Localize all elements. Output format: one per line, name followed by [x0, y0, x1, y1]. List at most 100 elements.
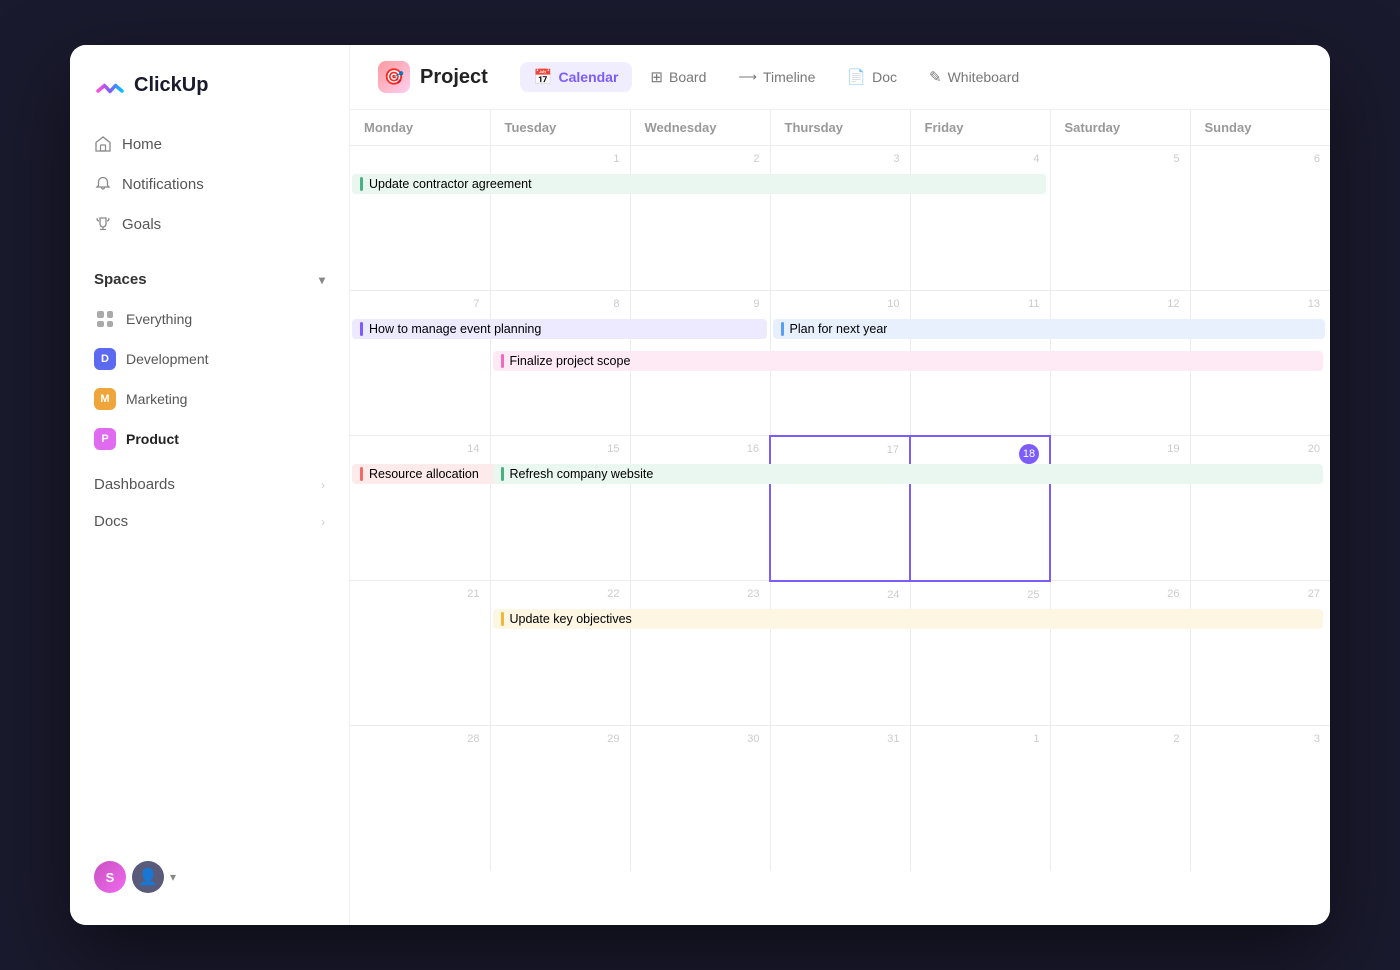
spaces-list: Everything D Development M Marketing P P… [82, 300, 337, 458]
cell-inner: 26 [1051, 581, 1190, 725]
event-indicator [501, 467, 504, 481]
sidebar-item-goals[interactable]: Goals [82, 205, 337, 243]
day-header-sunday: Sunday [1190, 110, 1330, 146]
event-bar[interactable]: Finalize project scope [493, 351, 1323, 371]
calendar-cell[interactable]: 15Refresh company website [490, 436, 630, 581]
cell-inner: 3 [1191, 726, 1331, 871]
spaces-header[interactable]: Spaces ▾ [82, 263, 337, 296]
cell-inner: 6 [1191, 146, 1331, 290]
calendar-cell[interactable]: 17 [770, 436, 910, 581]
calendar-cell[interactable]: 1 [910, 726, 1050, 871]
footer-chevron: ▾ [170, 870, 176, 884]
sidebar-item-notifications[interactable]: Notifications [82, 165, 337, 203]
tab-doc[interactable]: 📄 Doc [833, 62, 911, 92]
trophy-icon [94, 215, 112, 233]
calendar-cell[interactable]: 29 [490, 726, 630, 871]
calendar-cell[interactable]: 27 [1190, 581, 1330, 726]
avatar-user1[interactable]: S [94, 861, 126, 893]
calendar-cell[interactable]: 31 [770, 726, 910, 871]
sidebar-item-home[interactable]: Home [82, 125, 337, 163]
cell-inner: 27 [1191, 581, 1331, 725]
event-bar[interactable]: Plan for next year [773, 319, 1325, 339]
calendar-cell[interactable]: 24 [770, 581, 910, 726]
avatar-user2[interactable]: 👤 [132, 861, 164, 893]
calendar-cell[interactable]: 18 [910, 436, 1050, 581]
calendar-tab-label: Calendar [559, 69, 619, 85]
doc-tab-label: Doc [872, 69, 897, 85]
event-bar[interactable]: How to manage event planning [352, 319, 767, 339]
tab-timeline[interactable]: ⟶ Timeline [724, 62, 829, 92]
event-bar[interactable]: Update key objectives [493, 609, 1323, 629]
everything-icon [94, 308, 116, 330]
goals-label: Goals [122, 216, 161, 233]
calendar-cell[interactable]: 30 [630, 726, 770, 871]
event-bar[interactable]: Update contractor agreement [352, 174, 1046, 194]
day-number: 28 [356, 730, 484, 747]
cell-inner: 2 [631, 146, 770, 290]
cell-inner: 22Update key objectives [491, 581, 630, 725]
app-window: ClickUp Home Notifications Goals [70, 45, 1330, 925]
whiteboard-tab-icon: ✎ [929, 68, 942, 86]
cell-inner: 17 [771, 437, 909, 580]
calendar-cell[interactable]: 19 [1050, 436, 1190, 581]
doc-tab-icon: 📄 [847, 68, 866, 86]
sidebar-item-dashboards[interactable]: Dashboards › [82, 466, 337, 503]
tab-bar: 📅 Calendar ⊞ Board ⟶ Timeline 📄 Doc ✎ [520, 62, 1033, 92]
day-header-wednesday: Wednesday [630, 110, 770, 146]
calendar-cell[interactable]: 4 [910, 146, 1050, 291]
calendar-cell[interactable]: 3 [1190, 726, 1330, 871]
calendar-cell[interactable]: 20 [1190, 436, 1330, 581]
top-bar: 🎯 Project 📅 Calendar ⊞ Board ⟶ Timeline … [350, 45, 1330, 110]
tab-board[interactable]: ⊞ Board [636, 62, 720, 92]
calendar-cell[interactable]: Update contractor agreement [350, 146, 490, 291]
calendar-cell[interactable]: 16 [630, 436, 770, 581]
sidebar-item-product[interactable]: P Product [82, 420, 337, 458]
calendar-cell[interactable]: 2 [630, 146, 770, 291]
day-number: 12 [1057, 295, 1184, 312]
calendar-header-row: Monday Tuesday Wednesday Thursday Friday… [350, 110, 1330, 146]
calendar-cell[interactable]: 21 [350, 581, 490, 726]
day-number: 2 [637, 150, 764, 167]
calendar-cell[interactable]: 22Update key objectives [490, 581, 630, 726]
home-icon [94, 135, 112, 153]
calendar-cell[interactable]: 25 [910, 581, 1050, 726]
day-number: 3 [1197, 730, 1325, 747]
calendar-cell[interactable]: 3 [770, 146, 910, 291]
calendar-cell[interactable]: 23 [630, 581, 770, 726]
event-label: Resource allocation [369, 467, 479, 481]
tab-calendar[interactable]: 📅 Calendar [520, 62, 633, 92]
day-header-friday: Friday [910, 110, 1050, 146]
day-number: 11 [917, 295, 1044, 312]
tab-whiteboard[interactable]: ✎ Whiteboard [915, 62, 1033, 92]
calendar-cell[interactable]: 14Resource allocation [350, 436, 490, 581]
day-number: 5 [1057, 150, 1184, 167]
day-number: 15 [497, 440, 624, 457]
day-number: 27 [1197, 585, 1325, 602]
sidebar-item-marketing[interactable]: M Marketing [82, 380, 337, 418]
calendar-cell[interactable]: 1 [490, 146, 630, 291]
calendar-week-row: 7How to manage event planning8Finalize p… [350, 291, 1330, 436]
event-indicator [501, 354, 504, 368]
calendar-cell[interactable]: 8Finalize project scope [490, 291, 630, 436]
calendar-cell[interactable]: 5 [1050, 146, 1190, 291]
sidebar-item-docs[interactable]: Docs › [82, 503, 337, 540]
calendar-cell[interactable]: 28 [350, 726, 490, 871]
event-bar[interactable]: Refresh company website [493, 464, 1323, 484]
bell-icon [94, 175, 112, 193]
cell-inner: 2 [1051, 726, 1190, 871]
calendar-cell[interactable]: 7How to manage event planning [350, 291, 490, 436]
timeline-tab-label: Timeline [763, 69, 815, 85]
day-number [356, 150, 484, 155]
cell-inner: 1 [491, 146, 630, 290]
logo[interactable]: ClickUp [70, 69, 349, 125]
day-number: 26 [1057, 585, 1184, 602]
calendar-cell[interactable]: 26 [1050, 581, 1190, 726]
calendar-cell[interactable]: 6 [1190, 146, 1330, 291]
day-number: 10 [777, 295, 904, 312]
sidebar-item-development[interactable]: D Development [82, 340, 337, 378]
calendar-cell[interactable]: 2 [1050, 726, 1190, 871]
sidebar-item-everything[interactable]: Everything [82, 300, 337, 338]
day-number: 31 [777, 730, 904, 747]
project-icon: 🎯 [378, 61, 410, 93]
day-number: 23 [637, 585, 764, 602]
